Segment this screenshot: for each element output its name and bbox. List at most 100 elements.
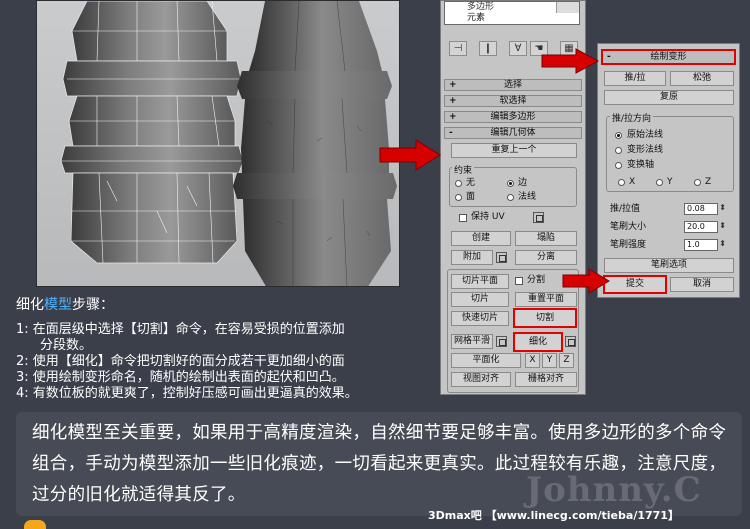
constraint-normal-label: 法线 [518, 192, 537, 202]
deformed-normals-label: 变形法线 [627, 145, 664, 155]
rollout-paint-deformation[interactable]: - 绘制变形 [601, 49, 736, 65]
planar-x-button[interactable]: X [525, 353, 540, 368]
rollout-edit-geometry[interactable]: - 编辑几何体 [444, 127, 582, 139]
watermark: Johnny.C [526, 470, 702, 510]
make-unique-icon[interactable]: ∀ [509, 41, 527, 56]
brush-strength-spinner[interactable]: 1.0 [684, 239, 726, 251]
brush-size-label: 笔刷大小 [610, 222, 647, 232]
original-normals-radio[interactable] [615, 132, 622, 139]
axis-x-label: X [629, 177, 636, 187]
show-end-result-icon[interactable]: ❙ [479, 41, 497, 56]
brush-strength-label: 笔刷强度 [610, 240, 647, 250]
push-value-label: 推/拉值 [610, 204, 641, 214]
commit-button[interactable]: 提交 [603, 275, 667, 294]
arrow-to-paint-deformation [541, 48, 600, 74]
heading-prefix: 细化 [16, 297, 44, 313]
brush-options-button[interactable]: 笔刷选项 [604, 258, 734, 273]
axis-z-label: Z [705, 177, 712, 187]
tower-render [60, 1, 397, 286]
paint-deformation-panel: - 绘制变形 推/拉 松弛 复原 推/拉方向 原始法线 变形法线 变换轴 X Y… [597, 43, 740, 298]
collapse-button[interactable]: 塌陷 [515, 231, 577, 246]
stack-item-element[interactable]: 元素 [445, 13, 579, 24]
rollout-label: 软选择 [499, 96, 527, 106]
rollout-sign: + [449, 112, 457, 122]
steps-heading: 细化模型步骤： [16, 294, 436, 314]
axis-y-radio[interactable] [656, 179, 663, 186]
heading-suffix: 步骤： [72, 297, 114, 313]
credit-site: 3Dmax吧 [428, 509, 482, 522]
grid-align-button[interactable]: 栅格对齐 [515, 372, 577, 387]
quickslice-button[interactable]: 快速切片 [451, 311, 509, 326]
wireframe-tower [60, 1, 244, 264]
arrow-to-commit [562, 268, 610, 294]
constraint-normal-radio[interactable] [507, 194, 514, 201]
heading-highlight: 模型 [44, 297, 72, 313]
rollout-sign: - [607, 52, 611, 62]
split-checkbox[interactable] [515, 277, 523, 285]
sculpted-tower [233, 1, 397, 286]
rollout-soft-selection[interactable]: + 软选择 [444, 95, 582, 107]
attach-button[interactable]: 附加 [451, 250, 493, 265]
tessellate-button[interactable]: 细化 [513, 332, 563, 352]
make-planar-button[interactable]: 平面化 [451, 353, 521, 368]
credit-url[interactable]: 【www.linecg.com/tieba/1771】 [486, 509, 679, 522]
pin-stack-icon[interactable]: ⊣ [449, 41, 467, 56]
slice-button[interactable]: 切片 [451, 292, 509, 307]
msmooth-settings-icon[interactable] [496, 336, 507, 347]
planar-y-button[interactable]: Y [542, 353, 557, 368]
credit-line: 3Dmax吧 【www.linecg.com/tieba/1771】 [428, 507, 679, 523]
badge-icon [24, 520, 46, 529]
msmooth-button[interactable]: 网格平滑 [451, 334, 493, 349]
constraints-label: 约束 [452, 163, 475, 176]
axis-x-radio[interactable] [618, 179, 625, 186]
step-1-line-1: 1: 在面层级中选择【切割】命令，在容易受损的位置添加 [16, 322, 345, 337]
planar-z-button[interactable]: Z [559, 353, 574, 368]
constraint-edge-radio[interactable] [507, 180, 514, 187]
rollout-selection[interactable]: + 选择 [444, 79, 582, 91]
revert-button[interactable]: 复原 [604, 90, 734, 105]
constraint-face-radio[interactable] [455, 194, 462, 201]
view-align-button[interactable]: 视图对齐 [451, 372, 511, 387]
brush-size-spinner[interactable]: 20.0 [684, 221, 726, 233]
preserve-uv-checkbox[interactable] [459, 214, 467, 222]
create-button[interactable]: 创建 [451, 231, 511, 246]
rollout-label: 选择 [503, 80, 522, 90]
tessellate-settings-icon[interactable] [565, 336, 576, 347]
step-4: 4: 有数位板的就更爽了，控制好压感可画出更逼真的效果。 [16, 386, 358, 401]
arrow-to-repeat-last [379, 139, 441, 171]
push-pull-button[interactable]: 推/拉 [604, 71, 666, 86]
constraint-edge-label: 边 [518, 178, 528, 188]
transform-axis-label: 变换轴 [627, 160, 655, 170]
repeat-last-button[interactable]: 重复上一个 [451, 143, 577, 158]
preserve-uv-settings-icon[interactable] [533, 212, 544, 223]
deformed-normals-radio[interactable] [615, 147, 622, 154]
steps-text: 细化模型步骤： 1: 在面层级中选择【切割】命令，在容易受损的位置添加 分段数。… [16, 294, 436, 402]
step-1-line-2: 分段数。 [40, 338, 93, 353]
cancel-button[interactable]: 取消 [670, 277, 734, 292]
rollout-label: 编辑几何体 [490, 128, 536, 138]
step-2: 2: 使用【细化】命令把切割好的面分成若干更加细小的面 [16, 354, 345, 369]
original-normals-label: 原始法线 [627, 130, 664, 140]
rollout-label: 编辑多边形 [490, 112, 536, 122]
slice-plane-button[interactable]: 切片平面 [451, 274, 509, 289]
rollout-edit-polygons[interactable]: + 编辑多边形 [444, 111, 582, 123]
step-3: 3: 使用绘制变形命名，随机的绘制出表面的起伏和凹凸。 [16, 370, 345, 385]
rollout-sign: + [449, 96, 457, 106]
constraint-face-label: 面 [466, 192, 476, 202]
detach-button[interactable]: 分离 [515, 250, 577, 265]
push-value-spinner[interactable]: 0.08 [684, 203, 726, 215]
attach-list-icon[interactable] [496, 252, 507, 263]
cut-button[interactable]: 切割 [513, 308, 577, 328]
reset-plane-button[interactable]: 重置平面 [515, 292, 577, 307]
rollout-label: 绘制变形 [650, 52, 687, 62]
relax-button[interactable]: 松弛 [670, 71, 734, 86]
stack-scrollbar[interactable] [556, 2, 579, 13]
transform-axis-radio[interactable] [615, 162, 622, 169]
3d-viewport[interactable] [36, 0, 400, 287]
axis-z-radio[interactable] [694, 179, 701, 186]
modifier-stack-list[interactable]: 多边形 元素 [444, 1, 580, 25]
constraint-none-radio[interactable] [455, 180, 462, 187]
preserve-uv-label: 保持 UV [471, 212, 505, 222]
rollout-sign: + [449, 80, 457, 90]
constraint-none-label: 无 [466, 178, 476, 188]
